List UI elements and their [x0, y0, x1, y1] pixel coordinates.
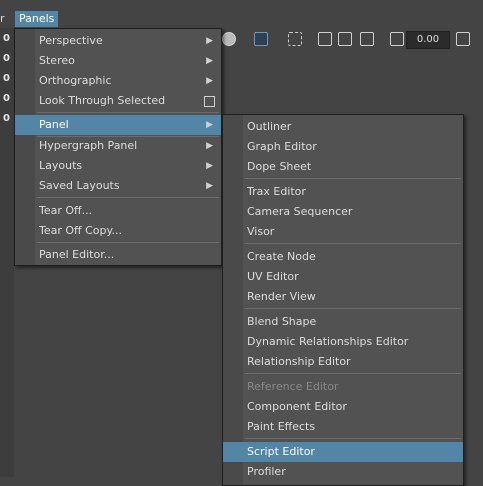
menu-prev[interactable]: r: [0, 11, 5, 27]
menu-item-hypergraph-panel[interactable]: Hypergraph Panel ▶: [15, 136, 221, 156]
chevron-right-icon: ▶: [206, 36, 213, 46]
chevron-right-icon: ▶: [206, 56, 213, 66]
aperture-icon[interactable]: [390, 32, 404, 46]
menu-divider: [37, 242, 219, 243]
menu-divider: [245, 438, 461, 439]
chevron-right-icon: ▶: [206, 120, 213, 130]
submenu-item-paint-effects[interactable]: Paint Effects: [223, 417, 463, 437]
gamma-icon[interactable]: [456, 32, 470, 46]
submenu-item-uv-editor[interactable]: UV Editor: [223, 267, 463, 287]
submenu-item-render-view[interactable]: Render View: [223, 287, 463, 307]
left-value: 0: [3, 33, 10, 44]
resolution-icon[interactable]: [360, 32, 374, 46]
submenu-item-component-editor[interactable]: Component Editor: [223, 397, 463, 417]
exposure-value-field[interactable]: 0.00: [406, 31, 450, 49]
isolate-icon[interactable]: [254, 32, 268, 46]
submenu-item-outliner[interactable]: Outliner: [223, 117, 463, 137]
submenu-item-reference-editor: Reference Editor: [247, 380, 339, 393]
menu-item-saved-layouts[interactable]: Saved Layouts ▶: [15, 176, 221, 196]
menu-item-stereo[interactable]: Stereo ▶: [15, 51, 221, 71]
menu-item-label: Stereo: [39, 54, 75, 67]
left-value: 0: [3, 113, 10, 124]
menu-divider: [245, 243, 461, 244]
menu-item-orthographic[interactable]: Orthographic ▶: [15, 71, 221, 91]
submenu-item-trax-editor[interactable]: Trax Editor: [223, 182, 463, 202]
menu-divider: [245, 178, 461, 179]
chevron-right-icon: ▶: [206, 76, 213, 86]
chevron-right-icon: ▶: [206, 161, 213, 171]
left-value: 0: [3, 73, 10, 84]
submenu-item-graph-editor[interactable]: Graph Editor: [223, 137, 463, 157]
camera-view-icon[interactable]: [338, 32, 352, 46]
menu-item-panel-editor[interactable]: Panel Editor...: [15, 245, 221, 265]
menu-item-label: Hypergraph Panel: [39, 139, 138, 152]
menu-item-label: Panel: [39, 118, 69, 131]
menu-item-label: Orthographic: [39, 74, 112, 87]
menu-divider: [37, 197, 219, 198]
menu-item-label: Saved Layouts: [39, 179, 120, 192]
menu-divider: [245, 308, 461, 309]
submenu-item-blend-shape[interactable]: Blend Shape: [223, 312, 463, 332]
menu-item-perspective[interactable]: Perspective ▶: [15, 31, 221, 51]
menu-item-tear-off[interactable]: Tear Off...: [15, 201, 221, 221]
panel-submenu: Outliner Graph Editor Dope Sheet Trax Ed…: [222, 114, 464, 486]
menu-bar: r Panels: [0, 0, 483, 29]
panels-menu: Perspective ▶ Stereo ▶ Orthographic ▶ Lo…: [14, 28, 222, 266]
left-value: 0: [3, 53, 10, 64]
left-value: 0: [3, 93, 10, 104]
submenu-item-camera-sequencer[interactable]: Camera Sequencer: [223, 202, 463, 222]
menu-item-label: Layouts: [39, 159, 83, 172]
menu-divider: [245, 373, 461, 374]
submenu-item-relationship-editor[interactable]: Relationship Editor: [223, 352, 463, 372]
menu-divider: [37, 112, 219, 113]
select-icon[interactable]: [288, 32, 302, 46]
menu-item-label: Tear Off Copy...: [39, 224, 122, 237]
chevron-right-icon: ▶: [206, 181, 213, 191]
menu-panels[interactable]: Panels: [15, 11, 59, 27]
submenu-item-create-node[interactable]: Create Node: [223, 247, 463, 267]
menu-item-panel[interactable]: Panel ▶: [15, 115, 221, 135]
menu-item-label: Perspective: [39, 34, 103, 47]
layer-icon[interactable]: [318, 32, 332, 46]
shading-icon[interactable]: [222, 32, 236, 46]
panel-toolbar: 0.00: [220, 28, 483, 50]
submenu-item-dynamic-relationships-editor[interactable]: Dynamic Relationships Editor: [223, 332, 463, 352]
menu-item-label: Panel Editor...: [39, 248, 115, 261]
checkbox-icon[interactable]: [204, 96, 215, 107]
left-column: 0 0 0 0 0: [0, 28, 14, 477]
menu-item-look-through-selected[interactable]: Look Through Selected: [15, 91, 221, 111]
submenu-item-visor[interactable]: Visor: [223, 222, 463, 242]
menu-item-label: Tear Off...: [39, 204, 93, 217]
submenu-item-profiler[interactable]: Profiler: [223, 462, 463, 482]
chevron-right-icon: ▶: [206, 141, 213, 151]
submenu-item-script-editor[interactable]: Script Editor: [223, 442, 463, 462]
menu-item-tear-off-copy[interactable]: Tear Off Copy...: [15, 221, 221, 241]
menu-item-label: Look Through Selected: [39, 94, 166, 107]
submenu-item-dope-sheet[interactable]: Dope Sheet: [223, 157, 463, 177]
menu-item-layouts[interactable]: Layouts ▶: [15, 156, 221, 176]
